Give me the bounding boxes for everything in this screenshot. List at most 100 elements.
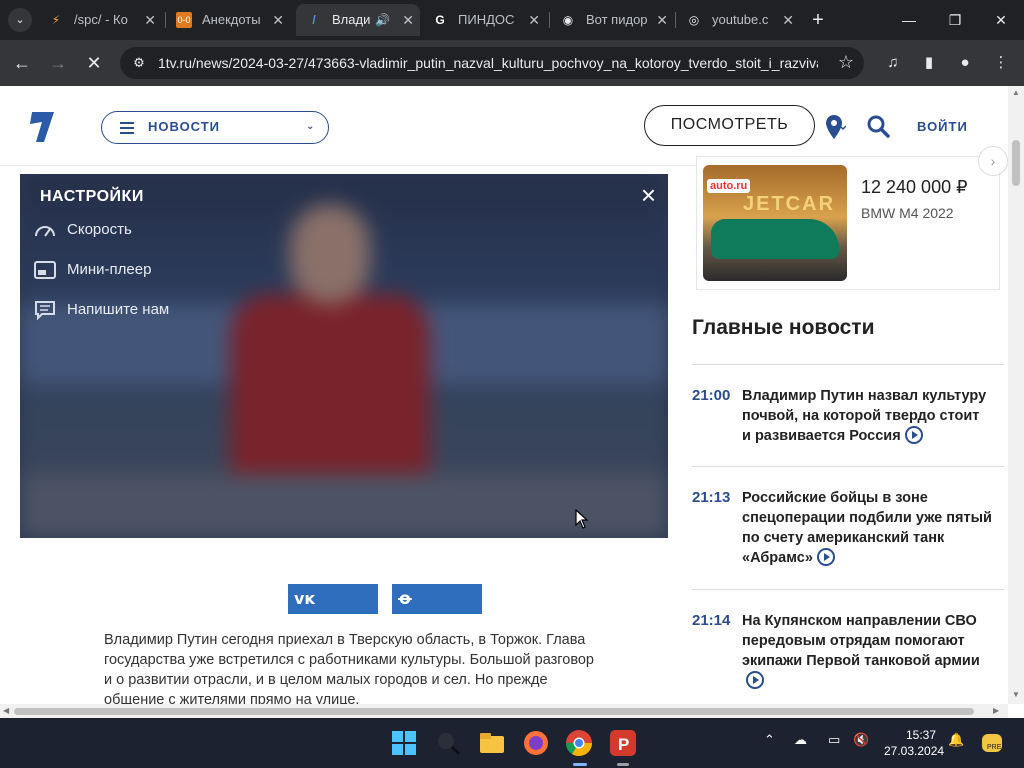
watch-button[interactable]: ПОСМОТРЕТЬ bbox=[644, 105, 815, 146]
news-menu-button[interactable]: НОВОСТИ ⌄ bbox=[101, 111, 329, 144]
play-icon[interactable] bbox=[904, 426, 923, 444]
share-ok-button[interactable]: ꝋ bbox=[392, 584, 482, 614]
new-tab-button[interactable]: + bbox=[806, 8, 830, 32]
ad-tag: auto.ru bbox=[707, 179, 751, 193]
news-item[interactable]: Российские бойцы в зоне спецоперации под… bbox=[742, 488, 992, 568]
svg-text:PRE: PRE bbox=[987, 744, 1002, 751]
miniplayer-icon bbox=[34, 261, 56, 279]
web-page: НОВОСТИ ⌄ ПОСМОТРЕТЬ ВОЙТИ НАСТРОЙКИ Ско… bbox=[0, 86, 1008, 704]
address-bar[interactable]: ⚙ 1tv.ru/news/2024-03-27/473663-vladimir… bbox=[120, 47, 864, 79]
ad-model: BMW M4 2022 bbox=[861, 205, 954, 221]
search-icon[interactable] bbox=[433, 728, 463, 758]
bookmark-star-icon[interactable]: ☆ bbox=[838, 52, 854, 73]
svg-text:P: P bbox=[618, 735, 629, 754]
chevron-up-icon[interactable]: ⌃ bbox=[764, 732, 775, 748]
settings-miniplayer[interactable]: Мини-плеер bbox=[34, 258, 151, 282]
window-close-button[interactable]: ✕ bbox=[978, 0, 1024, 40]
tab-anekdoty[interactable]: 0-0 Анекдоты ✕ bbox=[166, 4, 290, 36]
horizontal-scrollbar[interactable]: ◀ ▶ bbox=[0, 704, 1008, 718]
scroll-left-icon[interactable]: ◀ bbox=[3, 706, 9, 715]
close-icon[interactable]: ✕ bbox=[144, 4, 156, 36]
news-headline[interactable]: Российские бойцы в зоне спецоперации под… bbox=[742, 490, 992, 566]
channel-one-logo[interactable] bbox=[26, 108, 58, 146]
file-explorer-icon[interactable] bbox=[477, 728, 507, 758]
tab-search-button[interactable]: ⌄ bbox=[8, 8, 32, 32]
volume-muted-icon[interactable]: 🔇 bbox=[853, 732, 869, 748]
close-icon[interactable]: × bbox=[641, 182, 656, 208]
lightning-icon: ⚡ bbox=[51, 13, 61, 27]
location-pin-icon[interactable] bbox=[826, 114, 846, 140]
close-icon[interactable]: ✕ bbox=[782, 4, 794, 36]
settings-item-label: Напишите нам bbox=[67, 301, 170, 318]
browser-toolbar: ← → ✕ ⚙ 1tv.ru/news/2024-03-27/473663-vl… bbox=[0, 40, 1024, 86]
scroll-thumb[interactable] bbox=[1012, 140, 1020, 186]
tab-google[interactable]: G ПИНДОС ✕ bbox=[422, 4, 546, 36]
profile-icon[interactable]: ● bbox=[954, 52, 976, 74]
anekdot-icon: 0-0 bbox=[176, 12, 192, 28]
tab-youtube[interactable]: ◎ youtube.c ✕ bbox=[676, 4, 800, 36]
back-button[interactable]: ← bbox=[8, 49, 36, 77]
side-panel-icon[interactable]: ▮ bbox=[918, 52, 940, 74]
vk-icon: ᴠᴋ bbox=[294, 589, 316, 608]
notification-bell-icon[interactable]: 🔔 bbox=[948, 732, 964, 748]
windows-start-icon[interactable] bbox=[389, 728, 419, 758]
restore-button[interactable]: ❐ bbox=[932, 0, 978, 40]
onedrive-icon[interactable]: ☁ bbox=[794, 732, 807, 748]
app-p-icon[interactable]: P bbox=[608, 728, 638, 758]
close-icon[interactable]: ✕ bbox=[402, 4, 414, 36]
taskbar-clock[interactable]: 15:37 27.03.2024 bbox=[884, 727, 945, 759]
divider bbox=[692, 364, 1004, 365]
stop-button[interactable]: ✕ bbox=[80, 49, 108, 77]
chevron-down-icon: ⌄ bbox=[306, 121, 316, 132]
settings-item-label: Мини-плеер bbox=[67, 261, 152, 278]
play-icon[interactable] bbox=[816, 548, 835, 566]
speaker-icon[interactable]: 🔊 bbox=[375, 4, 390, 36]
video-player[interactable]: НАСТРОЙКИ Скорость Мини-плеер Напишите н… bbox=[20, 174, 668, 538]
car-image bbox=[711, 219, 839, 259]
url-text[interactable]: 1tv.ru/news/2024-03-27/473663-vladimir_p… bbox=[158, 47, 818, 79]
network-icon[interactable]: ▭ bbox=[828, 732, 840, 748]
forward-button[interactable]: → bbox=[44, 49, 72, 77]
mouse-cursor-icon bbox=[575, 509, 589, 529]
settings-speed[interactable]: Скорость bbox=[34, 218, 132, 242]
scroll-right-icon[interactable]: ▶ bbox=[993, 706, 999, 715]
settings-feedback[interactable]: Напишите нам bbox=[34, 298, 169, 322]
scroll-thumb[interactable] bbox=[14, 708, 974, 715]
close-icon[interactable]: ✕ bbox=[272, 4, 284, 36]
menu-kebab-icon[interactable]: ⋮ bbox=[990, 52, 1012, 74]
settings-item-label: Скорость bbox=[67, 221, 132, 238]
copilot-icon[interactable]: PRE bbox=[980, 730, 1006, 756]
clock-date: 27.03.2024 bbox=[884, 744, 945, 758]
scroll-up-icon[interactable]: ▲ bbox=[1012, 88, 1020, 97]
tab-active-1tv[interactable]: / Влади 🔊 ✕ bbox=[296, 4, 420, 36]
ad-banner: JETCAR bbox=[743, 193, 836, 215]
settings-title: НАСТРОЙКИ bbox=[40, 188, 144, 205]
play-icon[interactable] bbox=[746, 671, 764, 689]
google-icon: G bbox=[435, 13, 445, 27]
share-vk-button[interactable]: ᴠᴋ bbox=[288, 584, 378, 614]
vertical-scrollbar[interactable]: ▲ ▼ bbox=[1008, 86, 1024, 704]
media-control-icon[interactable]: ♫ bbox=[882, 52, 904, 74]
login-link[interactable]: ВОЙТИ bbox=[917, 119, 968, 134]
tab-2ch[interactable]: ◉ Вот пидор ✕ bbox=[550, 4, 674, 36]
close-icon[interactable]: ✕ bbox=[656, 4, 668, 36]
close-icon[interactable]: ✕ bbox=[528, 4, 540, 36]
carousel-next-button[interactable]: › bbox=[978, 146, 1008, 176]
news-headline[interactable]: Владимир Путин назвал культуру почвой, н… bbox=[742, 388, 986, 444]
tab-spc[interactable]: ⚡ /spc/ - Ко ✕ bbox=[38, 4, 162, 36]
minimize-button[interactable]: — bbox=[886, 0, 932, 40]
news-item[interactable]: На Купянском направлении СВО передовым о… bbox=[742, 611, 992, 691]
ad-card[interactable]: auto.ru JETCAR 12 240 000 ₽ BMW M4 2022 bbox=[696, 156, 1000, 290]
active-app-indicator bbox=[573, 763, 587, 766]
news-time: 21:14 bbox=[692, 612, 731, 629]
firefox-icon[interactable] bbox=[521, 728, 551, 758]
news-item[interactable]: Владимир Путин назвал культуру почвой, н… bbox=[742, 386, 992, 446]
chrome-icon[interactable] bbox=[564, 728, 594, 758]
search-icon[interactable] bbox=[866, 114, 890, 138]
news-menu-label: НОВОСТИ bbox=[148, 119, 221, 134]
tab-label: Влади bbox=[332, 12, 371, 27]
site-info-icon[interactable]: ⚙ bbox=[130, 54, 148, 72]
2ch-icon: ◉ bbox=[562, 13, 574, 27]
scroll-down-icon[interactable]: ▼ bbox=[1012, 690, 1020, 699]
news-headline[interactable]: На Купянском направлении СВО передовым о… bbox=[742, 613, 980, 669]
